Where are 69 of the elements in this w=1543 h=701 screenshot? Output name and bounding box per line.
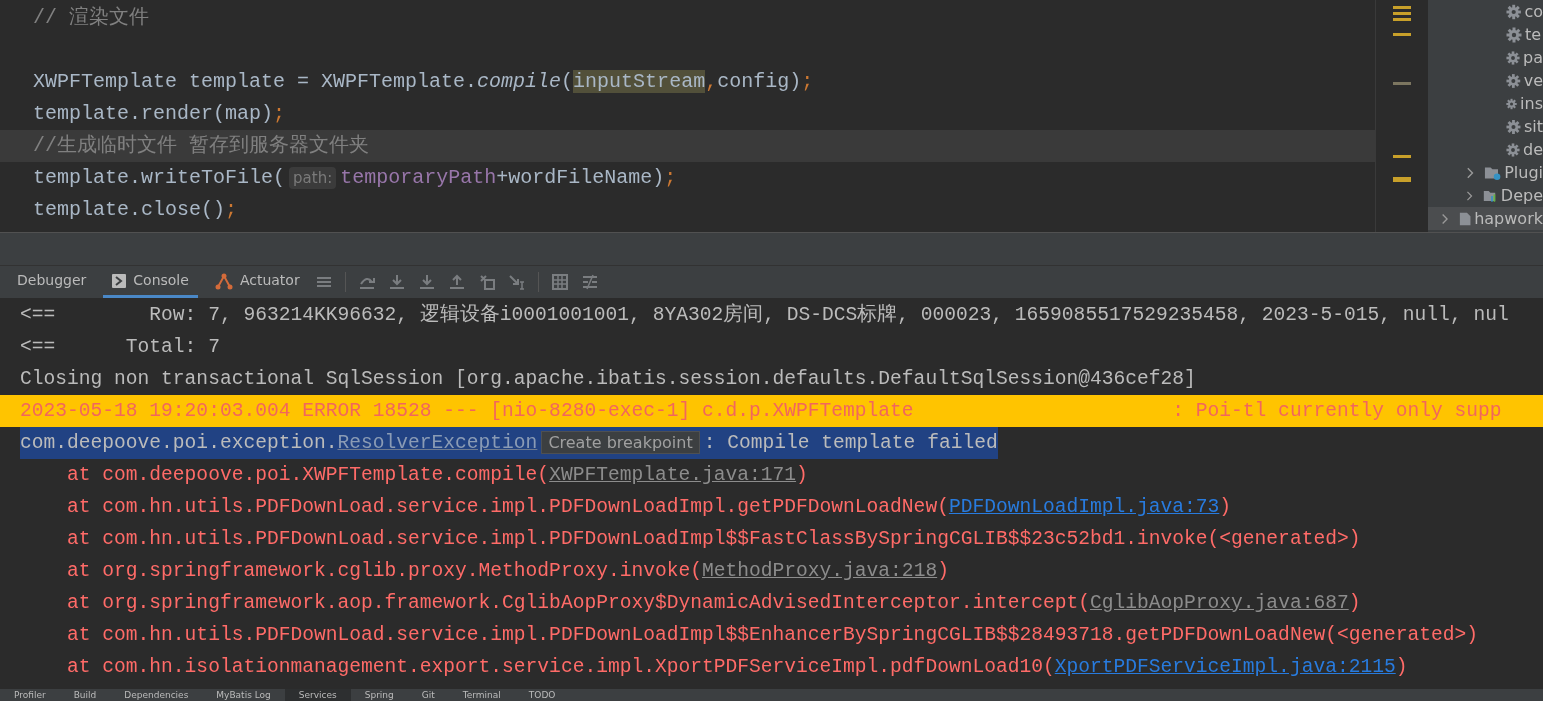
run-to-cursor-icon[interactable]	[508, 274, 525, 290]
log-text: <== Row: 7, 963214KK96632, 逻辑设备i0001001001, 8YA302房间, DS-DCS标牌, 000023, 1659085517529235458, 2023-5-015, null, nul	[20, 304, 1509, 326]
tooltip: Create breakpoint	[541, 431, 700, 454]
tool-window-tab[interactable]: Spring	[350, 688, 408, 701]
gear-icon	[1506, 118, 1521, 135]
tree-item[interactable]: pa	[1523, 45, 1543, 70]
force-step-into-icon[interactable]	[418, 274, 435, 290]
log-text: com.deepoove.poi.exception.	[20, 432, 338, 454]
error-stripe-mark	[1393, 177, 1411, 182]
tree-item[interactable]: Plugi	[1504, 160, 1543, 185]
menu-icon[interactable]	[315, 274, 332, 290]
log-text: <== Total: 7	[20, 336, 220, 358]
log-text: at org.springframework.cglib.proxy.MethodProxy.invoke(	[66, 560, 702, 582]
class-link[interactable]: ResolverException	[337, 432, 538, 454]
tool-window-tab[interactable]: Dependencies	[110, 688, 203, 701]
error-stripe-mark	[1393, 18, 1411, 21]
error-stripe-mark	[1393, 12, 1411, 15]
tree-item[interactable]: co	[1524, 0, 1543, 24]
source-link[interactable]: XportPDFServiceImpl.java:2115	[1054, 656, 1396, 678]
layout-settings-icon[interactable]	[581, 274, 598, 290]
source-link[interactable]: XWPFTemplate.java:171	[549, 464, 797, 486]
tool-window-tab[interactable]: Terminal	[448, 688, 515, 701]
log-text: at com.hn.isolationmanagement.export.service.impl.XportPDFServiceImpl.pdfDownLoad10(	[66, 656, 1055, 678]
console-icon	[112, 273, 127, 288]
log-text: )	[1219, 496, 1232, 518]
tree-item[interactable]: ve	[1523, 68, 1543, 93]
tree-item[interactable]: sit	[1523, 114, 1543, 139]
log-text: : Compile template failed	[703, 432, 998, 454]
log-text: )	[937, 560, 949, 582]
module-icon	[1458, 210, 1472, 227]
tool-tab[interactable]: Actuator	[205, 266, 309, 298]
step-into-icon[interactable]	[388, 274, 405, 290]
source-link[interactable]: MethodProxy.java:218	[702, 560, 938, 582]
tool-window-tab[interactable]: TODO	[514, 688, 570, 701]
tree-item[interactable]: Depe	[1500, 183, 1543, 208]
log-text: )	[1395, 656, 1408, 678]
gear-icon	[1506, 72, 1521, 89]
error-stripe-mark	[1393, 155, 1411, 158]
error-stripe-mark	[1393, 33, 1411, 36]
source-link[interactable]: CglibAopProxy.java:687	[1090, 592, 1349, 614]
tool-window-tab[interactable]: MyBatis Log	[202, 688, 285, 701]
tool-window-tab[interactable]: Git	[407, 688, 449, 701]
error-stripe-mark	[1393, 82, 1411, 85]
table-icon[interactable]	[551, 274, 568, 290]
gear-icon	[1506, 49, 1521, 66]
gear-icon	[1506, 3, 1522, 20]
gear-icon	[1506, 26, 1522, 43]
log-text: at org.springframework.aop.framework.CglibAopProxy$DynamicAdvisedInterceptor.intercept(	[66, 592, 1090, 614]
gear-icon	[1506, 141, 1520, 158]
tree-item[interactable]: de	[1523, 137, 1543, 162]
step-out-icon[interactable]	[448, 274, 465, 290]
log-text: at com.deepoove.poi.XWPFTemplate.compile(	[66, 464, 550, 486]
drop-frame-icon[interactable]	[478, 274, 495, 290]
tree-item[interactable]: te	[1525, 22, 1542, 47]
source-link[interactable]: PDFDownLoadImpl.java:73	[948, 496, 1220, 518]
tool-window-tab[interactable]: Profiler	[0, 688, 60, 701]
tool-window-tab[interactable]: Build	[59, 688, 111, 701]
log-text: )	[1348, 592, 1361, 614]
tool-tab[interactable]: Debugger	[8, 266, 96, 298]
network-icon	[214, 271, 233, 290]
tree-item[interactable]: ins	[1520, 91, 1543, 116]
log-text: )	[796, 464, 808, 486]
log-text: at com.hn.utils.PDFDownLoad.service.impl.PDFDownLoadImpl.getPDFDownLoadNew(	[66, 496, 949, 518]
tool-window-tab[interactable]: Services	[284, 688, 351, 701]
error-stripe-mark	[1393, 6, 1411, 9]
log-text: at com.hn.utils.PDFDownLoad.service.impl.PDFDownLoadImpl$$EnhancerBySpringCGLIB$$28493718.getPDFDownLoadNew(<generated>)	[66, 624, 1478, 646]
log-text: Closing non transactional SqlSession [org.apache.ibatis.session.defaults.DefaultSqlSession@436cef28]	[20, 368, 1196, 390]
log-text: at com.hn.utils.PDFDownLoad.service.impl.PDFDownLoadImpl$$FastClassBySpringCGLIB$$23c52bd1.invoke(<generated>)	[66, 528, 1361, 550]
folder-icon	[1484, 164, 1502, 181]
